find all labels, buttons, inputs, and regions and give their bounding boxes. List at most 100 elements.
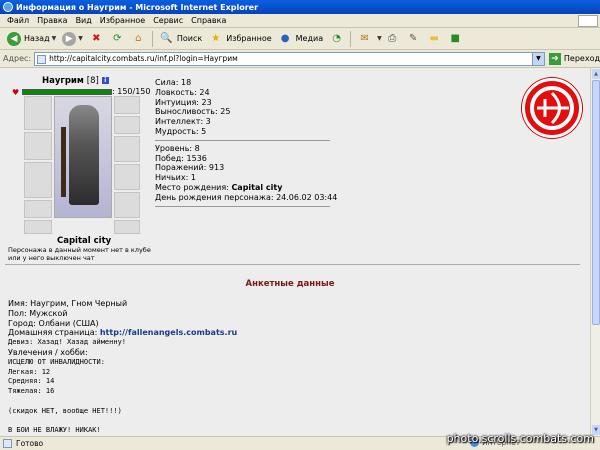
page-content: Наугрим [8] i ♥ : 150/150 Capital city П… [0, 68, 590, 436]
profile-line: Средняя: 14 [8, 377, 55, 386]
profile-city: Город: Олбани (США) [8, 318, 99, 328]
menu-tools[interactable]: Сервис [149, 16, 187, 25]
ring-slot[interactable] [114, 220, 140, 234]
stats-block: Сила: 18 Ловкость: 24 Интуиция: 23 Вынос… [155, 78, 338, 210]
character-city: Capital city [57, 236, 112, 246]
profile-motto: Девиз: Хазад! Хазад айменну! [8, 338, 127, 347]
ie-icon [3, 2, 13, 12]
homepage-link[interactable]: http://fallenangels.combats.ru [100, 328, 237, 337]
earring-slot[interactable] [114, 96, 140, 114]
profile-spacer [8, 417, 568, 427]
chevron-down-icon: ▼ [78, 35, 83, 42]
media-button[interactable]: ● Медиа [275, 30, 326, 48]
stat-intuition: Интуиция: 23 [155, 97, 212, 107]
address-input[interactable]: http://capitalcity.combats.ru/inf.pl?log… [34, 51, 545, 66]
search-label: Поиск [176, 34, 203, 43]
clan-emblem [522, 78, 582, 138]
windows-logo-icon [578, 15, 598, 27]
homepage-label: Домашняя страница: [8, 328, 98, 338]
page-icon [37, 54, 47, 64]
armor-slot[interactable] [24, 162, 52, 198]
menu-view[interactable]: Вид [72, 16, 96, 25]
hp-bar-fill [23, 90, 111, 94]
stat-agility: Ловкость: 24 [155, 87, 210, 97]
boots-slot[interactable] [114, 192, 140, 218]
back-arrow-icon: ◀ [7, 31, 21, 46]
profile-name: Имя: Наугрим, Гном Черный [8, 299, 128, 308]
home-icon[interactable]: ⌂ [131, 31, 146, 46]
mail-icon[interactable]: ✉ [357, 31, 372, 46]
star-icon: ★ [211, 33, 221, 44]
stat-endurance: Выносливость: 25 [155, 107, 231, 117]
forward-button[interactable]: ▶ ▼ [59, 30, 86, 48]
stop-icon[interactable]: ✖ [89, 31, 104, 46]
profile-line: Легкая: 12 [8, 367, 51, 376]
dwarf-figure-icon [69, 105, 99, 205]
hp-bar [22, 89, 112, 95]
back-button[interactable]: ◀ Назад ▼ [4, 30, 59, 48]
history-icon[interactable]: ◔ [329, 31, 344, 46]
forward-arrow-icon: ▶ [62, 31, 77, 46]
scroll-up-icon[interactable]: ▲ [592, 69, 600, 79]
folder-icon[interactable]: ▬ [427, 31, 442, 46]
hp-text: : 150/150 [112, 87, 151, 96]
menu-favorites[interactable]: Избранное [96, 16, 149, 25]
profile-line: (скидок НЕТ, вообще НЕТ!!!) [8, 406, 122, 415]
menu-file[interactable]: Файл [3, 16, 33, 25]
search-button[interactable]: 🔍 Поиск [156, 30, 205, 48]
menu-edit[interactable]: Правка [33, 16, 71, 25]
go-label: Переход [563, 54, 600, 63]
stat-wisdom: Мудрость: 5 [155, 126, 207, 136]
window-title: Информация о Наугрим - Microsoft Interne… [16, 2, 259, 12]
profile-line: ИСЦЕЛЮ ОТ ИНВАЛИДНОСТИ: [8, 357, 105, 366]
birthplace-value: Capital city [231, 182, 283, 192]
refresh-icon[interactable]: ⟳ [110, 31, 125, 46]
profile-line: Тяжелая: 16 [8, 387, 55, 396]
section-divider [5, 264, 580, 265]
record-wins: Побед: 1536 [155, 153, 207, 163]
print-icon[interactable]: ⎙ [385, 31, 400, 46]
profile-spacer [8, 397, 568, 407]
stat-strength: Сила: 18 [155, 78, 192, 87]
messenger-icon[interactable]: ■ [448, 31, 463, 46]
pants-slot[interactable] [24, 220, 52, 234]
favorites-label: Избранное [226, 34, 272, 43]
profile-hobby: Увлечения / хобби: [8, 347, 88, 357]
shield-slot[interactable] [114, 164, 140, 190]
address-url: http://capitalcity.combats.ru/inf.pl?log… [49, 54, 238, 63]
vertical-scrollbar[interactable]: ▲ ▼ [590, 68, 600, 436]
heart-icon: ♥ [12, 88, 20, 97]
stats-divider [155, 139, 330, 141]
favorites-button[interactable]: ★ Избранное [205, 30, 274, 48]
amulet-slot[interactable] [114, 116, 140, 134]
media-label: Медиа [295, 34, 324, 43]
record-losses: Поражений: 913 [155, 163, 225, 173]
profile-section-title: Анкетные данные [245, 279, 335, 289]
weapon-slot[interactable] [24, 132, 52, 160]
scrollbar-thumb[interactable] [592, 80, 600, 325]
edit-icon[interactable]: ✎ [406, 31, 421, 46]
info-icon[interactable]: i [101, 77, 109, 84]
record-level: Уровень: 8 [155, 143, 200, 153]
helmet-slot[interactable] [24, 96, 52, 130]
profile-block: Имя: Наугрим, Гном Черный Пол: Мужской Г… [8, 299, 568, 436]
toolbar-separator [350, 30, 352, 47]
stat-intellect: Интеллект: 3 [155, 117, 211, 127]
chevron-down-icon[interactable]: ▼ [377, 35, 382, 42]
record-birthday: День рождения персонажа: 24.06.02 03:44 [155, 192, 338, 202]
address-bar: Адрес: http://capitalcity.combats.ru/inf… [0, 50, 600, 68]
menu-help[interactable]: Справка [187, 16, 230, 25]
profile-gender: Пол: Мужской [8, 308, 68, 318]
go-button[interactable]: ➜ Переход [548, 52, 600, 65]
character-name: Наугрим [42, 76, 84, 86]
axe-icon [61, 127, 66, 197]
birthplace-label: Место рождения: [155, 182, 229, 192]
status-note: Персонажа в данный момент нет в клубе ил… [8, 246, 151, 262]
gloves-slot[interactable] [114, 136, 140, 162]
chevron-down-icon[interactable]: ▼ [531, 52, 544, 65]
record-birthplace: Место рождения: Capital city [155, 183, 335, 193]
address-label: Адрес: [3, 54, 32, 63]
belt-slot[interactable] [24, 200, 52, 218]
search-icon: 🔍 [160, 33, 173, 44]
profile-homepage: Домашняя страница: http://fallenangels.c… [8, 328, 568, 338]
